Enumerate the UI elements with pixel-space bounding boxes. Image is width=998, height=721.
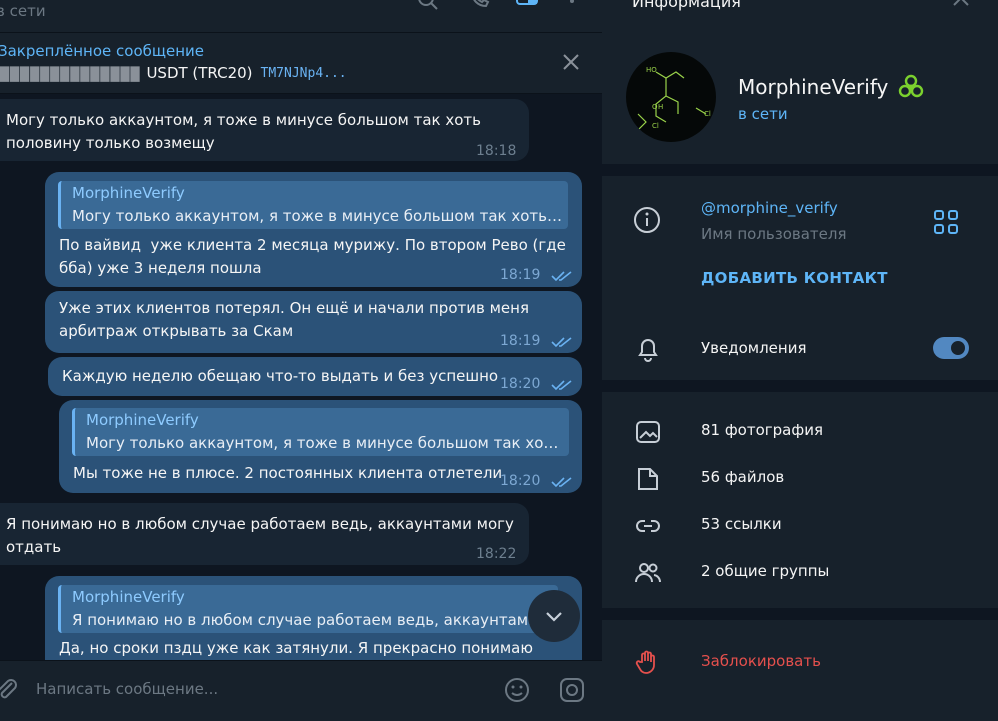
profile-name-row: MorphineVerify bbox=[738, 72, 926, 102]
reply-quote[interactable]: MorphineVerify Могу только аккаунтом, я … bbox=[58, 181, 568, 229]
message-text: Я понимаю но в любом случае работаем вед… bbox=[6, 515, 514, 556]
svg-text:HO: HO bbox=[646, 66, 657, 74]
message-time: 18:20 bbox=[500, 473, 541, 489]
message-time: 18:22 bbox=[476, 546, 517, 562]
info-panel: Информация HO O H Cl Cl MorphineVerify в… bbox=[602, 0, 998, 721]
reply-text: Могу только аккаунтом, я тоже в минусе б… bbox=[86, 434, 564, 452]
reply-author: MorphineVerify bbox=[72, 184, 185, 202]
svg-text:H: H bbox=[658, 103, 663, 111]
chat-status: в сети bbox=[0, 2, 46, 20]
phone-icon[interactable] bbox=[468, 0, 492, 14]
reply-quote[interactable]: MorphineVerify Я понимаю но в любом случ… bbox=[58, 585, 558, 633]
message-time: 18:19 bbox=[500, 267, 541, 283]
section-divider bbox=[602, 164, 998, 176]
toggle-knob bbox=[949, 339, 967, 357]
svg-text:Cl: Cl bbox=[652, 122, 659, 130]
message-time: 18:20 bbox=[500, 376, 541, 392]
read-ticks-icon bbox=[551, 477, 572, 488]
svg-text:Cl: Cl bbox=[704, 110, 711, 118]
message-bubble-outgoing[interactable]: Уже этих клиентов потерял. Он ещё и нача… bbox=[45, 291, 582, 353]
section-divider bbox=[602, 608, 998, 620]
search-icon[interactable] bbox=[416, 0, 440, 14]
block-hand-icon bbox=[634, 648, 662, 676]
media-files[interactable]: 56 файлов bbox=[701, 468, 784, 486]
photo-icon bbox=[634, 418, 662, 446]
chat-header: в сети bbox=[0, 0, 602, 32]
section-divider bbox=[602, 380, 998, 392]
message-text: Мы тоже не в плюсе. 2 постоянных клиента… bbox=[73, 464, 503, 482]
media-photos[interactable]: 81 фотография bbox=[701, 421, 823, 439]
message-text: Да, но сроки пздц уже как затянули. Я пр… bbox=[59, 639, 534, 657]
profile-status: в сети bbox=[738, 105, 788, 123]
message-bubble-incoming[interactable]: Могу только аккаунтом, я тоже в минусе б… bbox=[0, 99, 529, 161]
pinned-message-bar[interactable]: Закреплённое сообщение ▇▇▇▇▇▇▇▇▇▇▇▇▇▇ US… bbox=[0, 32, 602, 94]
message-bubble-outgoing[interactable]: Каждую неделю обещаю что-то выдать и без… bbox=[48, 357, 582, 396]
message-text: Каждую неделю обещаю что-то выдать и без… bbox=[62, 367, 499, 385]
reply-text: Я понимаю но в любом случае работаем вед… bbox=[72, 611, 538, 629]
bell-icon bbox=[634, 335, 662, 363]
scroll-down-button[interactable] bbox=[528, 590, 580, 642]
username-caption: Имя пользователя bbox=[701, 225, 847, 243]
profile-name: MorphineVerify bbox=[738, 75, 889, 99]
info-title: Информация bbox=[632, 0, 741, 11]
message-bubble-incoming[interactable]: Я понимаю но в любом случае работаем вед… bbox=[0, 503, 529, 565]
reply-author: MorphineVerify bbox=[72, 588, 185, 606]
reply-text: Могу только аккаунтом, я тоже в минусе б… bbox=[72, 207, 562, 225]
message-text: По вайвид уже клиента 2 месяца мурижу. П… bbox=[59, 236, 566, 277]
notifications-label: Уведомления bbox=[701, 339, 807, 357]
read-ticks-icon bbox=[551, 380, 572, 391]
username-link[interactable]: @morphine_verify bbox=[701, 199, 838, 217]
biohazard-icon bbox=[899, 74, 924, 98]
message-text: Могу только аккаунтом, я тоже в минусе б… bbox=[6, 111, 481, 152]
reply-quote[interactable]: MorphineVerify Могу только аккаунтом, я … bbox=[72, 408, 569, 456]
block-user-button[interactable]: Заблокировать bbox=[701, 652, 821, 670]
message-bubble-outgoing[interactable]: MorphineVerify Могу только аккаунтом, я … bbox=[45, 172, 582, 287]
media-common-groups[interactable]: 2 общие группы bbox=[701, 562, 829, 580]
link-icon bbox=[634, 512, 662, 540]
groups-icon bbox=[634, 559, 662, 587]
info-icon bbox=[633, 206, 661, 234]
message-bubble-outgoing[interactable]: MorphineVerify Я понимаю но в любом случ… bbox=[45, 576, 582, 660]
pinned-text: USDT (TRC20) bbox=[146, 64, 253, 82]
notifications-toggle[interactable] bbox=[933, 337, 969, 359]
chat-pane: в сети Закреплённое сообщение ▇▇▇▇▇▇▇▇▇▇… bbox=[0, 0, 602, 721]
file-icon bbox=[634, 465, 662, 493]
more-menu-icon[interactable] bbox=[560, 0, 584, 14]
read-ticks-icon bbox=[551, 337, 572, 348]
pinned-garbled-text: ▇▇▇▇▇▇▇▇▇▇▇▇▇▇ bbox=[0, 64, 141, 82]
chevron-down-icon bbox=[546, 612, 562, 622]
add-contact-button[interactable]: ДОБАВИТЬ КОНТАКТ bbox=[701, 269, 888, 287]
message-time: 18:18 bbox=[476, 143, 517, 159]
message-bubble-outgoing[interactable]: MorphineVerify Могу только аккаунтом, я … bbox=[59, 400, 582, 493]
pinned-address: TM7NJNp4... bbox=[260, 65, 347, 81]
attach-icon[interactable] bbox=[0, 677, 20, 703]
avatar[interactable]: HO O H Cl Cl bbox=[626, 52, 716, 142]
read-ticks-icon bbox=[551, 271, 572, 282]
close-icon[interactable] bbox=[950, 0, 972, 6]
sidebar-toggle-icon[interactable] bbox=[515, 0, 539, 14]
message-input[interactable] bbox=[36, 677, 476, 701]
pinned-body: ▇▇▇▇▇▇▇▇▇▇▇▇▇▇ USDT (TRC20) TM7NJNp4... bbox=[0, 64, 347, 82]
reply-author: MorphineVerify bbox=[86, 411, 199, 429]
pinned-title: Закреплённое сообщение bbox=[0, 42, 205, 60]
message-composer bbox=[0, 660, 602, 721]
message-text: Уже этих клиентов потерял. Он ещё и нача… bbox=[59, 299, 529, 340]
sticker-icon[interactable] bbox=[558, 676, 586, 704]
close-icon[interactable] bbox=[560, 51, 582, 73]
message-time: 18:19 bbox=[500, 333, 541, 349]
qr-code-icon[interactable] bbox=[932, 208, 960, 236]
media-links[interactable]: 53 ссылки bbox=[701, 515, 782, 533]
message-list[interactable]: Могу только аккаунтом, я тоже в минусе б… bbox=[0, 95, 602, 660]
emoji-icon[interactable] bbox=[503, 676, 531, 704]
